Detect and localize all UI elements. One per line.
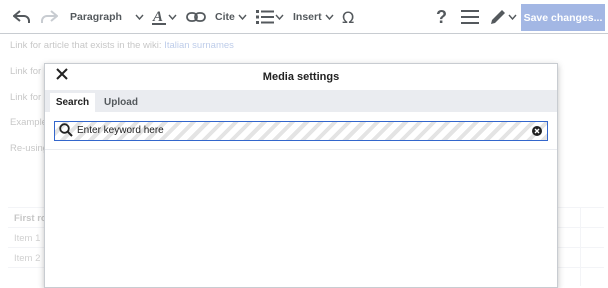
link-icon	[186, 11, 206, 22]
dialog-tabs: Search Upload	[45, 90, 557, 112]
chevron-down-icon	[274, 0, 284, 33]
cite-label: Cite	[215, 10, 235, 23]
svg-text:?: ?	[436, 8, 447, 26]
special-character-button[interactable]: Ω	[342, 0, 360, 33]
dialog-title: Media settings	[262, 71, 340, 83]
edit-mode-dropdown[interactable]	[489, 0, 517, 33]
text-style-icon: A	[152, 9, 166, 25]
clear-search-button[interactable]	[532, 126, 542, 136]
paragraph-label: Paragraph	[70, 10, 122, 23]
search-input[interactable]: Enter keyword here	[77, 122, 517, 140]
menu-icon	[461, 9, 479, 24]
clear-icon	[534, 128, 540, 134]
tab-upload[interactable]: Upload	[97, 93, 145, 112]
link-button[interactable]	[186, 0, 208, 33]
cite-dropdown[interactable]: Cite	[215, 0, 247, 33]
svg-text:Ω: Ω	[342, 9, 354, 25]
list-icon	[256, 9, 274, 24]
text-style-dropdown[interactable]: A	[151, 0, 179, 33]
search-icon	[59, 123, 73, 137]
undo-icon	[13, 9, 30, 23]
chevron-down-icon	[167, 0, 177, 33]
dialog-header: Media settings	[45, 64, 557, 90]
pencil-icon	[491, 9, 505, 24]
redo-button[interactable]	[40, 0, 60, 33]
list-dropdown[interactable]	[256, 0, 286, 33]
undo-button[interactable]	[13, 0, 35, 33]
paragraph-dropdown[interactable]: Paragraph	[70, 0, 144, 33]
media-settings-dialog: Media settings Search Upload Enter keywo…	[44, 63, 558, 288]
dialog-divider	[45, 149, 557, 150]
omega-icon: Ω	[342, 9, 354, 25]
help-icon: ?	[436, 8, 447, 26]
save-changes-button[interactable]: Save changes...	[521, 4, 605, 31]
insert-label: Insert	[293, 10, 322, 23]
chevron-down-icon	[507, 0, 517, 33]
chevron-down-icon	[325, 0, 334, 33]
chevron-down-icon	[135, 0, 144, 33]
tab-search[interactable]: Search	[50, 93, 95, 112]
insert-dropdown[interactable]: Insert	[293, 0, 334, 33]
help-button[interactable]: ?	[436, 0, 450, 33]
media-search-box[interactable]: Enter keyword here	[54, 121, 548, 141]
svg-text:A: A	[152, 9, 163, 25]
menu-button[interactable]	[461, 0, 479, 33]
editor-toolbar: Paragraph A Cite Insert Ω ? Save changes…	[0, 0, 608, 34]
chevron-down-icon	[238, 0, 247, 33]
redo-icon	[41, 9, 58, 23]
